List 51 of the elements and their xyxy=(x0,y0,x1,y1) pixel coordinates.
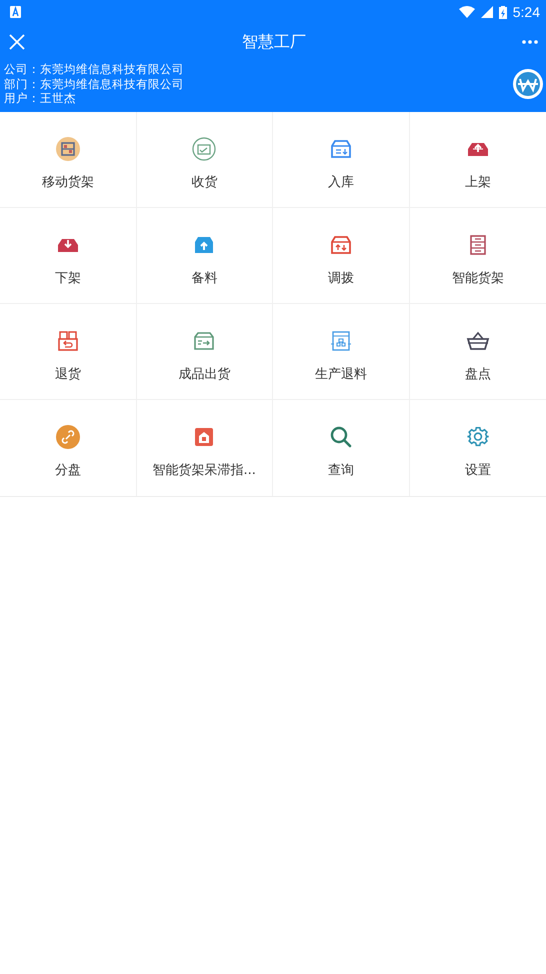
menu-label: 下架 xyxy=(54,270,81,286)
menu-label: 移动货架 xyxy=(42,174,94,190)
menu-label: 盘点 xyxy=(464,366,491,382)
menu-label: 调拨 xyxy=(328,270,354,286)
menu-label: 分盘 xyxy=(54,462,81,478)
close-icon[interactable] xyxy=(8,33,26,51)
menu-tile[interactable]: 收货 xyxy=(136,112,273,208)
menu-tile[interactable]: 智能货架呆滞指... xyxy=(136,400,273,496)
menu-tile[interactable]: 智能货架 xyxy=(410,208,546,304)
menu-tile[interactable]: 调拨 xyxy=(273,208,410,304)
notification-icon xyxy=(10,6,21,18)
menu-tile[interactable]: 入库 xyxy=(273,112,410,208)
shelf-icon xyxy=(56,136,80,160)
receipt-icon xyxy=(192,136,216,160)
settings-icon xyxy=(466,424,490,448)
menu-tile[interactable]: 成品出货 xyxy=(136,304,273,400)
return-box-icon xyxy=(56,328,80,352)
menu-label: 成品出货 xyxy=(178,366,230,382)
menu-tile[interactable]: 上架 xyxy=(410,112,546,208)
menu-label: 智能货架 xyxy=(452,270,504,286)
menu-label: 入库 xyxy=(328,174,354,190)
menu-tile[interactable]: 移动货架 xyxy=(0,112,136,208)
menu-label: 退货 xyxy=(54,366,81,382)
menu-tile[interactable]: 分盘 xyxy=(0,400,136,496)
menu-label: 上架 xyxy=(464,174,491,190)
search-icon xyxy=(328,424,353,448)
menu-label: 生产退料 xyxy=(314,366,367,382)
wifi-icon xyxy=(458,6,475,18)
page-title: 智慧工厂 xyxy=(241,32,307,52)
menu-label: 智能货架呆滞指... xyxy=(152,462,256,478)
status-time: 5:24 xyxy=(512,4,540,20)
menu-label: 设置 xyxy=(464,462,491,478)
menu-label: 收货 xyxy=(191,174,218,190)
menu-tile[interactable]: 生产退料 xyxy=(273,304,410,400)
flow-icon xyxy=(328,328,353,352)
menu-tile[interactable]: 设置 xyxy=(410,400,546,496)
menu-tile[interactable]: 退货 xyxy=(0,304,136,400)
signal-icon xyxy=(480,6,493,18)
logo-icon xyxy=(512,68,544,100)
menu-label: 查询 xyxy=(328,462,354,478)
link-icon xyxy=(56,424,80,448)
menu-tile[interactable]: 备料 xyxy=(136,208,273,304)
battery-icon xyxy=(498,6,507,18)
info-line: 部门：东莞均维信息科技有限公司 xyxy=(4,76,185,91)
more-icon[interactable] xyxy=(522,40,538,44)
menu-label: 备料 xyxy=(191,270,218,286)
menu-tile[interactable]: 下架 xyxy=(0,208,136,304)
menu-tile[interactable]: 查询 xyxy=(273,400,410,496)
info-line: 用户：王世杰 xyxy=(4,91,77,106)
menu-tile[interactable]: 盘点 xyxy=(410,304,546,400)
info-line: 公司：东莞均维信息科技有限公司 xyxy=(4,62,185,76)
